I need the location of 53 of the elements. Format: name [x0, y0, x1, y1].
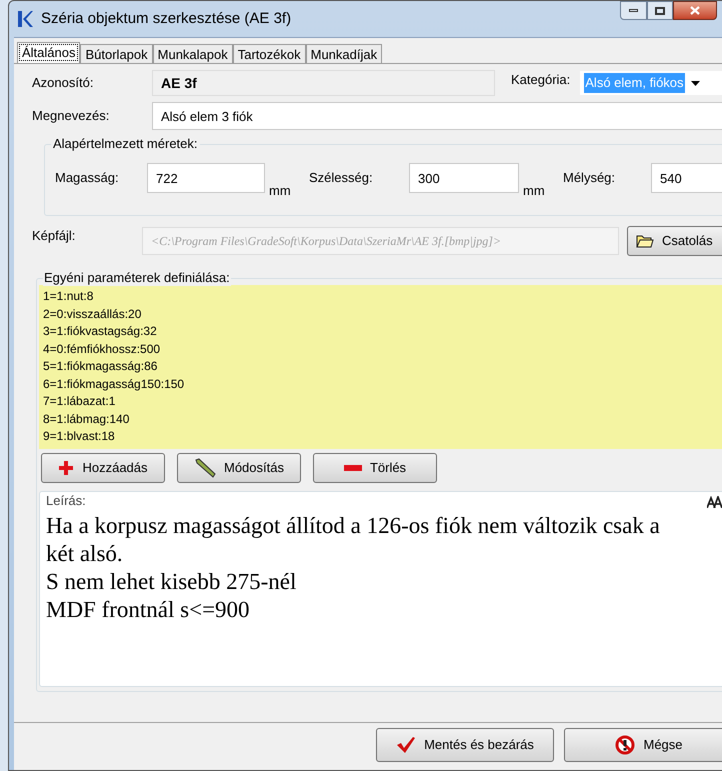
cancel-button[interactable]: Mégse — [564, 728, 722, 762]
close-icon — [690, 6, 700, 15]
image-path-field[interactable]: <C:\Program Files\GradeSoft\Korpus\Data\SzeriaMr\AE 3f.[bmp|jpg]> — [142, 227, 619, 255]
group-title: Leírás: — [46, 493, 86, 509]
add-button[interactable]: Hozzáadás — [41, 453, 165, 483]
tab[interactable]: Általános — [17, 42, 80, 63]
window-title: Széria objektum szerkesztése (AE 3f) — [41, 8, 292, 29]
list-item[interactable]: 2=0:visszaállás:20 — [43, 306, 722, 323]
list-item[interactable]: 1=1:nut:8 — [43, 288, 722, 306]
field-label: Magasság: — [55, 169, 120, 187]
field-label: Szélesség: — [309, 169, 374, 187]
list-item[interactable]: 7=1:lábazat:1 — [43, 393, 722, 410]
unit-label: mm — [523, 182, 546, 200]
id-field: AE 3f — [152, 70, 495, 96]
tab[interactable]: Bútorlapok — [80, 44, 153, 63]
field-label: Kategória: — [511, 71, 570, 89]
delete-button[interactable]: Törlés — [313, 453, 437, 483]
save-button[interactable]: Mentés és bezárás — [376, 728, 554, 762]
group-title: Egyéni paraméterek definiálása: — [43, 270, 231, 286]
dropdown-arrow-icon — [690, 80, 700, 86]
pencil-icon — [194, 458, 216, 478]
dimension-field[interactable]: 722 — [147, 163, 265, 193]
tab[interactable]: Tartozékok — [232, 44, 306, 63]
font-size-icon — [707, 496, 722, 508]
attach-button[interactable]: Csatolás — [627, 226, 722, 256]
list-item[interactable]: 6=1:fiókmagasság150:150 — [43, 376, 722, 393]
checkmark-icon — [396, 736, 416, 754]
field-label: Azonosító: — [32, 74, 94, 92]
prohibited-icon — [615, 734, 636, 754]
unit-label: mm — [269, 182, 292, 200]
list-item[interactable]: 8=1:lábmag:140 — [43, 410, 722, 428]
name-field[interactable]: Alsó elem 3 fiók — [152, 102, 722, 130]
list-item[interactable]: 3=1:fiókvastagság:32 — [43, 323, 722, 340]
tab[interactable]: Munkadíjak — [306, 44, 382, 63]
maximize-button[interactable] — [647, 1, 673, 20]
minus-icon — [344, 465, 362, 471]
dimension-field[interactable]: 300 — [409, 163, 519, 193]
close-button[interactable] — [673, 1, 717, 20]
field-label: Megnevezés: — [32, 107, 110, 126]
plus-icon — [58, 460, 74, 476]
description-text[interactable]: Ha a korpusz magasságot állítod a 126-os fiók nem változik csak a két alsó. S nem lehet kisebb 275-nél MDF frontnál s<=900 — [46, 512, 686, 624]
edit-button[interactable]: Módosítás — [177, 453, 301, 483]
list-item[interactable]: 5=1:fiókmagasság:86 — [43, 358, 722, 376]
field-label: Mélység: — [563, 169, 616, 187]
tab[interactable]: Munkalapok — [152, 44, 233, 63]
dimension-field[interactable]: 540 — [651, 163, 722, 193]
field-label: Képfájl: — [32, 227, 76, 245]
group-title: Alapértelmezett méretek: — [51, 136, 200, 152]
list-item[interactable]: 9=1:blvast:18 — [43, 428, 722, 446]
list-item[interactable]: 4=0:fémfiókhossz:500 — [43, 340, 722, 358]
app-logo-icon — [17, 9, 33, 29]
folder-icon — [636, 234, 654, 248]
minimize-button[interactable] — [620, 1, 647, 20]
